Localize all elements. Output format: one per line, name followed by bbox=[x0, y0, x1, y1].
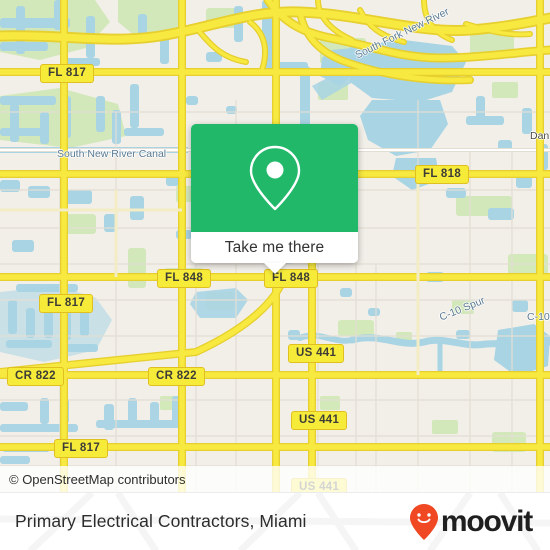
popup-icon-area bbox=[191, 124, 358, 232]
road-shield: FL 817 bbox=[40, 64, 95, 84]
road-shield: FL 817 bbox=[54, 439, 109, 459]
moovit-logo[interactable]: moovit bbox=[409, 503, 533, 541]
map-label: C-10 bbox=[527, 311, 550, 323]
map-attribution[interactable]: © OpenStreetMap contributors bbox=[0, 466, 550, 492]
footer-bar: Primary Electrical Contractors, Miami mo… bbox=[0, 492, 550, 550]
road-shield: CR 822 bbox=[148, 367, 205, 387]
page-title: Primary Electrical Contractors, Miami bbox=[15, 511, 307, 531]
road-shield: US 441 bbox=[291, 411, 348, 431]
popup-pointer-tail bbox=[263, 263, 286, 274]
road-shield: FL 817 bbox=[39, 294, 94, 314]
road-shield: FL 848 bbox=[157, 269, 212, 289]
moovit-location-card: FL 817 FL 818 FL 848 FL 848 FL 817 US 441 CR 8… bbox=[0, 0, 550, 550]
map-label: South New River Canal bbox=[57, 148, 167, 160]
take-me-there-label: Take me there bbox=[224, 238, 325, 256]
road-shield: CR 822 bbox=[7, 367, 64, 387]
moovit-wordmark: moovit bbox=[440, 504, 533, 538]
take-me-there-button[interactable]: Take me there bbox=[191, 232, 358, 263]
road-shield: US 441 bbox=[288, 344, 345, 364]
road-shield: FL 818 bbox=[415, 165, 470, 185]
location-popup-card[interactable]: Take me there bbox=[191, 124, 358, 274]
map-pin-icon bbox=[249, 145, 300, 211]
moovit-pin-icon bbox=[409, 503, 438, 540]
map-canvas[interactable]: FL 817 FL 818 FL 848 FL 848 FL 817 US 441 CR 8… bbox=[0, 0, 550, 492]
attribution-text: © OpenStreetMap contributors bbox=[9, 471, 186, 487]
map-label: Dan bbox=[530, 130, 550, 142]
